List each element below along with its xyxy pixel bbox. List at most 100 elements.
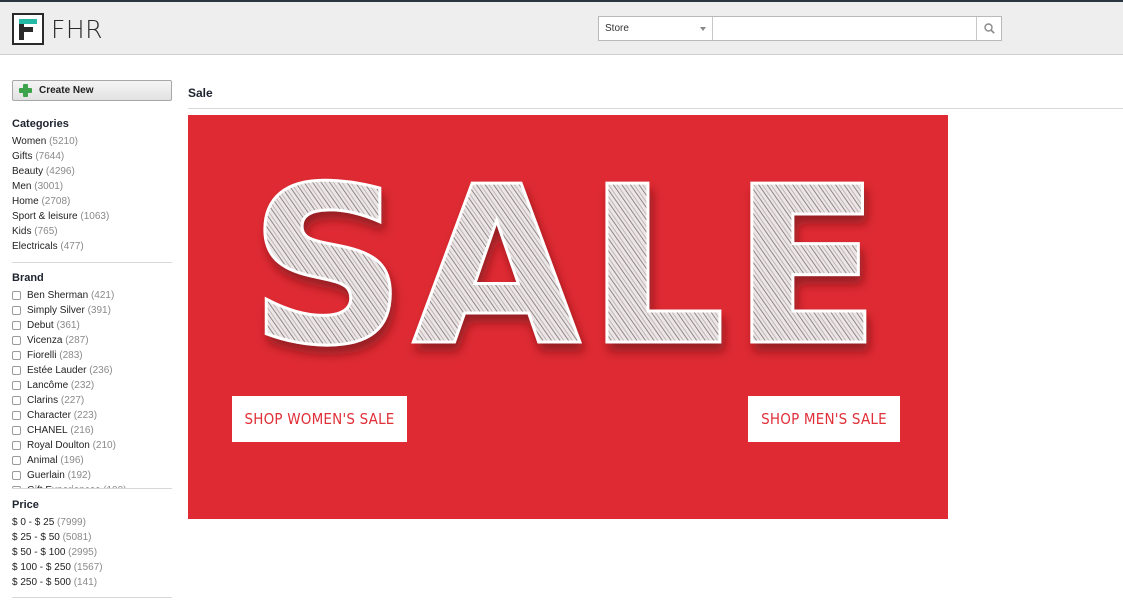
brand-item[interactable]: Character (223) <box>12 408 172 423</box>
sale-banner[interactable]: SALE SHOP WOMEN'S SALE SHOP MEN'S SALE <box>188 115 948 519</box>
brand-item[interactable]: Debut (361) <box>12 318 172 333</box>
brand-checkbox[interactable] <box>12 291 21 300</box>
brand-item[interactable]: Estée Lauder (236) <box>12 363 172 378</box>
brand-item[interactable]: CHANEL (216) <box>12 423 172 438</box>
brand-checkbox[interactable] <box>12 306 21 315</box>
category-item-label: Sport & leisure <box>12 211 78 222</box>
category-item[interactable]: Home (2708) <box>12 194 109 209</box>
create-new-label: Create New <box>39 85 94 96</box>
category-item[interactable]: Gifts (7644) <box>12 149 109 164</box>
category-item[interactable]: Women (5210) <box>12 134 109 149</box>
brand-checkbox[interactable] <box>12 411 21 420</box>
category-item-count: (7644) <box>35 151 65 162</box>
logo-text: FHR <box>51 14 104 44</box>
plus-icon <box>19 84 32 97</box>
brand-item[interactable]: Animal (196) <box>12 453 172 468</box>
price-title: Price <box>12 499 39 511</box>
price-item-count: (7999) <box>57 517 86 528</box>
shop-womens-sale-button[interactable]: SHOP WOMEN'S SALE <box>232 396 407 442</box>
price-item[interactable]: $ 50 - $ 100 (2995) <box>12 545 103 560</box>
category-item[interactable]: Men (3001) <box>12 179 109 194</box>
brand-checkbox[interactable] <box>12 381 21 390</box>
brand-item-count: (192) <box>67 470 91 481</box>
category-item-count: (765) <box>34 226 58 237</box>
page-title: Sale <box>188 86 213 100</box>
brand-checkbox[interactable] <box>12 456 21 465</box>
categories-title: Categories <box>12 118 69 130</box>
sidebar: Create New Categories Women (5210) Gifts … <box>12 80 172 598</box>
category-item-label: Home <box>12 196 39 207</box>
price-item-label: $ 250 - $ 500 <box>12 577 71 588</box>
chevron-down-icon <box>700 27 706 31</box>
brand-item[interactable]: Simply Silver (391) <box>12 303 172 318</box>
price-item[interactable]: $ 100 - $ 250 (1567) <box>12 560 103 575</box>
header-bar: FHR Store <box>0 2 1123 55</box>
brand-item[interactable]: Lancôme (232) <box>12 378 172 393</box>
category-item[interactable]: Electricals (477) <box>12 239 109 254</box>
category-item-count: (4296) <box>45 166 75 177</box>
category-item-label: Beauty <box>12 166 44 177</box>
price-item-count: (141) <box>73 577 98 588</box>
brand-item-count: (227) <box>60 395 85 406</box>
brand-item-count: (391) <box>87 305 111 316</box>
brand-item[interactable]: Guerlain (192) <box>12 468 172 483</box>
brand-item-count: (283) <box>59 350 83 361</box>
brand-item[interactable]: Ben Sherman (421) <box>12 288 172 303</box>
brand-item[interactable]: Clarins (227) <box>12 393 172 408</box>
brand-item-label: Guerlain <box>27 470 65 481</box>
price-item[interactable]: $ 0 - $ 25 (7999) <box>12 515 103 530</box>
sale-headline: SALE <box>249 141 887 394</box>
divider <box>12 597 172 598</box>
brand-item-label: Character <box>27 410 71 421</box>
logo-mark-icon <box>12 13 44 45</box>
brand-checkbox[interactable] <box>12 426 21 435</box>
category-item-label: Kids <box>12 226 32 237</box>
brand-item[interactable]: Fiorelli (283) <box>12 348 172 363</box>
brand-checkbox[interactable] <box>12 366 21 375</box>
store-select[interactable]: Store <box>599 17 713 40</box>
price-list: $ 0 - $ 25 (7999) $ 25 - $ 50 (5081) $ 50 … <box>12 515 103 590</box>
category-item-count: (2708) <box>41 196 71 207</box>
price-item-label: $ 25 - $ 50 <box>12 532 60 543</box>
category-item[interactable]: Beauty (4296) <box>12 164 109 179</box>
brand-item-label: Estée Lauder <box>27 365 87 376</box>
brand-item-count: (232) <box>70 380 95 391</box>
price-item-label: $ 100 - $ 250 <box>12 562 71 573</box>
brand-checkbox[interactable] <box>12 441 21 450</box>
brand-item-label: Lancôme <box>27 380 69 391</box>
brand-item-label: Ben Sherman <box>27 290 89 301</box>
search-button[interactable] <box>976 17 1001 40</box>
shop-mens-sale-button[interactable]: SHOP MEN'S SALE <box>748 396 900 442</box>
categories-section: Categories Women (5210) Gifts (7644) Beaut… <box>12 118 109 254</box>
brand-item-count: (210) <box>92 440 116 451</box>
brand-item[interactable]: Vicenza (287) <box>12 333 172 348</box>
price-item[interactable]: $ 25 - $ 50 (5081) <box>12 530 103 545</box>
brand-checkbox[interactable] <box>12 396 21 405</box>
price-item-count: (2995) <box>68 547 98 558</box>
brand-item[interactable]: Royal Doulton (210) <box>12 438 172 453</box>
logo[interactable]: FHR <box>12 13 103 45</box>
brand-item-label: Royal Doulton <box>27 440 90 451</box>
category-item-label: Women <box>12 136 47 147</box>
brand-item-count: (421) <box>90 290 115 301</box>
brand-list: Ben Sherman (421) Simply Silver (391) Debu… <box>12 288 172 488</box>
brand-checkbox[interactable] <box>12 351 21 360</box>
divider <box>12 262 172 263</box>
brand-section[interactable]: Brand Ben Sherman (421) Simply Silver (39… <box>12 272 172 488</box>
brand-title: Brand <box>12 272 44 284</box>
brand-checkbox[interactable] <box>12 471 21 480</box>
brand-checkbox[interactable] <box>12 321 21 330</box>
brand-checkbox[interactable] <box>12 336 21 345</box>
brand-item-label: Fiorelli <box>27 350 57 361</box>
price-item[interactable]: $ 250 - $ 500 (141) <box>12 575 103 590</box>
category-item[interactable]: Kids (765) <box>12 224 109 239</box>
divider <box>12 488 172 489</box>
brand-item-label: Animal <box>27 455 58 466</box>
category-item-count: (1063) <box>80 211 110 222</box>
category-item[interactable]: Sport & leisure (1063) <box>12 209 109 224</box>
search-input[interactable] <box>713 17 976 40</box>
brand-item-count: (196) <box>60 455 84 466</box>
price-item-count: (5081) <box>62 532 92 543</box>
create-new-button[interactable]: Create New <box>12 80 172 101</box>
price-item-label: $ 50 - $ 100 <box>12 547 66 558</box>
